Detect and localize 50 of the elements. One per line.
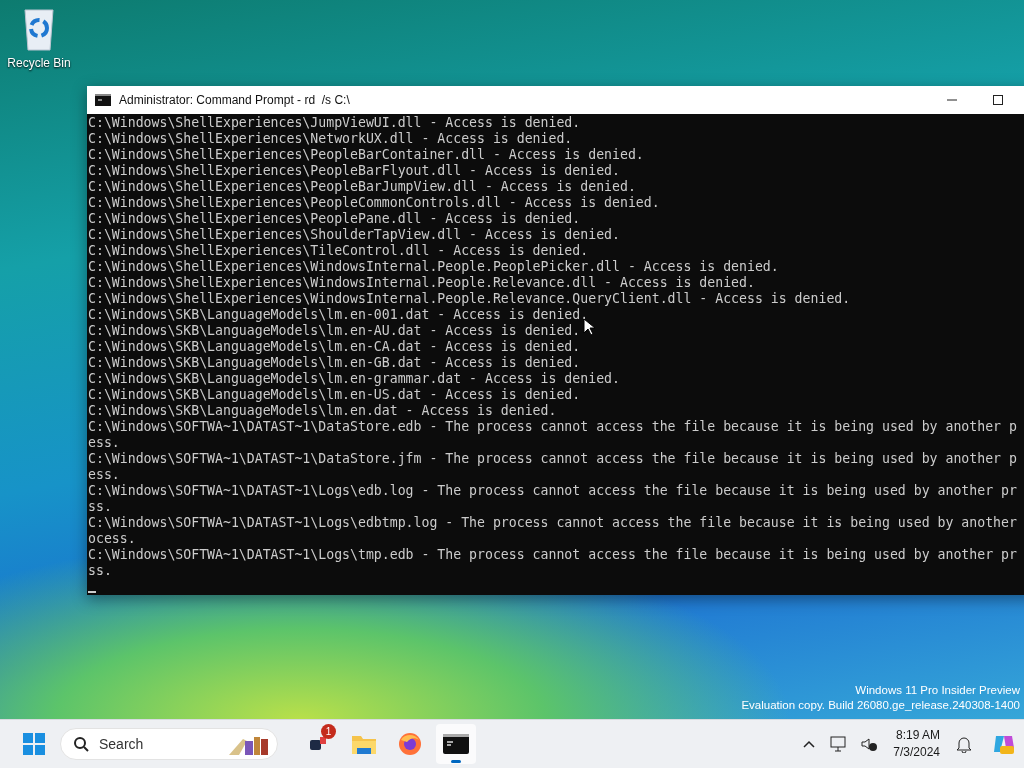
clock[interactable]: 8:19 AM 7/3/2024	[887, 727, 946, 761]
console-line: C:\Windows\SKB\LanguageModels\lm.en.dat - Access is denied.	[88, 403, 557, 419]
console-line: C:\Windows\ShellExperiences\PeopleBarFlyout.dll - Access is denied.	[88, 163, 620, 179]
folder-icon	[351, 733, 377, 755]
maximize-icon	[993, 95, 1003, 105]
console-line: C:\Windows\ShellExperiences\ShoulderTapView.dll - Access is denied.	[88, 227, 620, 243]
notification-badge: 1	[321, 724, 336, 739]
clock-time: 8:19 AM	[895, 727, 940, 744]
console-line: C:\Windows\ShellExperiences\PeopleBarJumpView.dll - Access is denied.	[88, 179, 636, 195]
text-cursor	[88, 591, 96, 593]
console-line: C:\Windows\ShellExperiences\PeopleCommonControls.dll - Access is denied.	[88, 195, 660, 211]
console-line: C:\Windows\SOFTWA~1\DATAST~1\DataStore.jfm - The process cannot access the file because it is being used by another p	[88, 451, 1017, 467]
search-input[interactable]: Search	[97, 735, 219, 753]
taskbar-app[interactable]	[436, 724, 476, 764]
console-line: C:\Windows\ShellExperiences\WindowsInternal.People.PeoplePicker.dll - Access is denied.	[88, 259, 779, 275]
console-line: C:\Windows\ShellExperiences\TileControl.dll - Access is denied.	[88, 243, 589, 259]
console-line: C:\Windows\SOFTWA~1\DATAST~1\Logs\edb.log - The process cannot access the file because it is being used by another pr	[88, 483, 1017, 499]
console-line: C:\Windows\SOFTWA~1\DATAST~1\Logs\edbtmp.log - The process cannot access the file because it is being used by another	[88, 515, 1017, 531]
console-line: C:\Windows\ShellExperiences\WindowsInternal.People.Relevance.QueryClient.dll - Access is denied.	[88, 291, 851, 307]
console-line: C:\Windows\ShellExperiences\PeopleBarContainer.dll - Access is denied.	[88, 147, 644, 163]
console-icon	[95, 94, 111, 106]
mouse-pointer-icon	[583, 318, 595, 336]
console-line: C:\Windows\SOFTWA~1\DATAST~1\DataStore.edb - The process cannot access the file because it is being used by another p	[88, 419, 1017, 435]
console-line: ess.	[88, 467, 120, 483]
evaluation-notice: Evaluation copy. Build 26080.ge_release.240308-1400	[741, 698, 1020, 713]
desktop-icon-label[interactable]: Recycle Bin	[7, 56, 71, 70]
browser-icon	[398, 732, 422, 756]
taskbar-app[interactable]: 1	[298, 724, 338, 764]
console-line: ss.	[88, 499, 112, 515]
console-line: C:\Windows\SKB\LanguageModels\lm.en-CA.dat - Access is denied.	[88, 339, 581, 355]
windows-logo-icon	[23, 733, 45, 755]
console-line: C:\Windows\ShellExperiences\JumpViewUI.dll - Access is denied.	[88, 115, 581, 131]
console-line: ss.	[88, 563, 112, 579]
console-line: C:\Windows\SKB\LanguageModels\lm.en-001.dat - Access is denied.	[88, 307, 589, 323]
search-icon	[73, 736, 89, 752]
console-line: ocess.	[88, 531, 136, 547]
search-field[interactable]: Search	[60, 728, 278, 760]
console-line: ess.	[88, 435, 120, 451]
console-line: C:\Windows\SOFTWA~1\DATAST~1\Logs\tmp.edb - The process cannot access the file because it is being used by another pr	[88, 547, 1017, 563]
terminal-icon	[443, 734, 469, 754]
console-line: C:\Windows\SKB\LanguageModels\lm.en-GB.dat - Access is denied.	[88, 355, 581, 371]
clock-date: 7/3/2024	[893, 744, 940, 761]
window-title: Administrator: Command Prompt - rd /s C:\	[119, 93, 351, 107]
console-line: C:\Windows\ShellExperiences\WindowsInternal.People.Relevance.dll - Access is denied.	[88, 275, 755, 291]
evaluation-notice: Windows 11 Pro Insider Preview	[855, 683, 1020, 698]
console-line: C:\Windows\SKB\LanguageModels\lm.en-AU.dat - Access is denied.	[88, 323, 581, 339]
console-line: C:\Windows\SKB\LanguageModels\lm.en-US.dat - Access is denied.	[88, 387, 581, 403]
console-line: C:\Windows\SKB\LanguageModels\lm.en-grammar.dat - Access is denied.	[88, 371, 620, 387]
console-line: C:\Windows\ShellExperiences\PeoplePane.dll - Access is denied.	[88, 211, 581, 227]
console-line: C:\Windows\ShellExperiences\NetworkUX.dll - Access is denied.	[88, 131, 573, 147]
